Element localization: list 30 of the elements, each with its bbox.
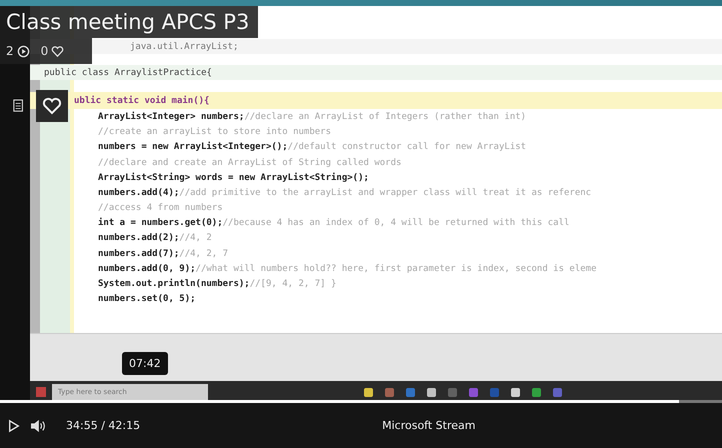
code-comment: //4, 2, 7 bbox=[179, 248, 228, 259]
code-text: numbers.set(0, 5); bbox=[98, 294, 196, 304]
code-comment: //declare and create an ArrayList of String called words bbox=[98, 158, 402, 168]
code-text: System.out.println(numbers); bbox=[98, 279, 250, 290]
code-comment: //default constructor call for new ArrayList bbox=[288, 142, 526, 152]
code-comment: //access 4 from numbers bbox=[98, 203, 223, 214]
brand-label: Microsoft Stream bbox=[382, 419, 476, 432]
playback-time: 34:55 / 42:15 bbox=[66, 419, 140, 432]
code-text: ublic static void main(){ bbox=[74, 96, 210, 106]
code-comment: //declare an ArrayList of Integers (rather than int) bbox=[244, 112, 526, 122]
code-text: numbers.add(4); bbox=[98, 188, 180, 198]
code-comment: //what will numbers hold?? here, first parameter is index, second is eleme bbox=[196, 264, 597, 274]
code-text: numbers = new ArrayList<Integer>(); bbox=[98, 142, 288, 152]
code-comment: //because 4 has an index of 0, 4 will be returned with this call bbox=[222, 218, 570, 228]
code-text: numbers.add(2); bbox=[98, 233, 180, 244]
code-comment: //4, 2 bbox=[179, 233, 212, 244]
code-text: java.util.ArrayList; bbox=[130, 42, 238, 52]
like-count: 0 bbox=[40, 44, 48, 58]
view-count: 2 bbox=[6, 44, 14, 58]
video-title: Class meeting APCS P3 bbox=[0, 6, 258, 38]
time-tooltip: 07:42 bbox=[122, 352, 168, 375]
code-text: int a = numbers.get(0); bbox=[98, 218, 223, 228]
code-text: public class ArraylistPractice{ bbox=[44, 68, 212, 78]
code-text: numbers.add(7); bbox=[98, 248, 180, 259]
code-text: numbers.add(0, 9); bbox=[98, 264, 196, 274]
code-comment: //[9, 4, 2, 7] } bbox=[250, 279, 336, 290]
code-text: ArrayList<Integer> numbers; bbox=[98, 112, 244, 122]
code-text: ArrayList<String> words = new ArrayList<String>(); bbox=[98, 172, 369, 183]
code-comment: //create an arrayList to store into numbers bbox=[98, 127, 331, 138]
code-comment: //add primitive to the arrayList and wrapper class will treat it as referenc bbox=[179, 188, 592, 198]
